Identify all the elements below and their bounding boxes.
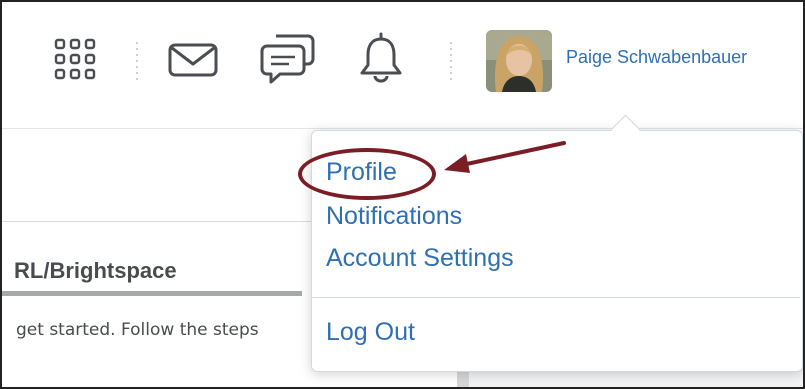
- avatar[interactable]: [486, 30, 552, 92]
- mail-icon[interactable]: [168, 42, 218, 83]
- annotation-arrow-icon: [432, 137, 568, 182]
- menu-item-notifications[interactable]: Notifications: [326, 202, 462, 231]
- widget-body-text: get started. Follow the steps: [16, 320, 259, 340]
- menu-divider: [312, 297, 800, 298]
- annotation-ellipse: [298, 148, 436, 200]
- window-frame: Paige Schwabenbauer RL/Brightspace get s…: [0, 0, 805, 389]
- menu-item-log-out[interactable]: Log Out: [326, 318, 415, 347]
- widget-title-rule: [2, 291, 302, 296]
- user-name-link[interactable]: Paige Schwabenbauer: [566, 47, 747, 68]
- separator-dots: [450, 40, 452, 80]
- bell-icon[interactable]: [358, 31, 404, 88]
- grid-icon[interactable]: [54, 38, 96, 85]
- widget-title: RL/Brightspace: [14, 258, 177, 283]
- chat-icon[interactable]: [260, 32, 316, 91]
- separator-dots: [136, 40, 138, 80]
- menu-item-account-settings[interactable]: Account Settings: [326, 244, 514, 273]
- scrollbar-track[interactable]: [457, 372, 469, 387]
